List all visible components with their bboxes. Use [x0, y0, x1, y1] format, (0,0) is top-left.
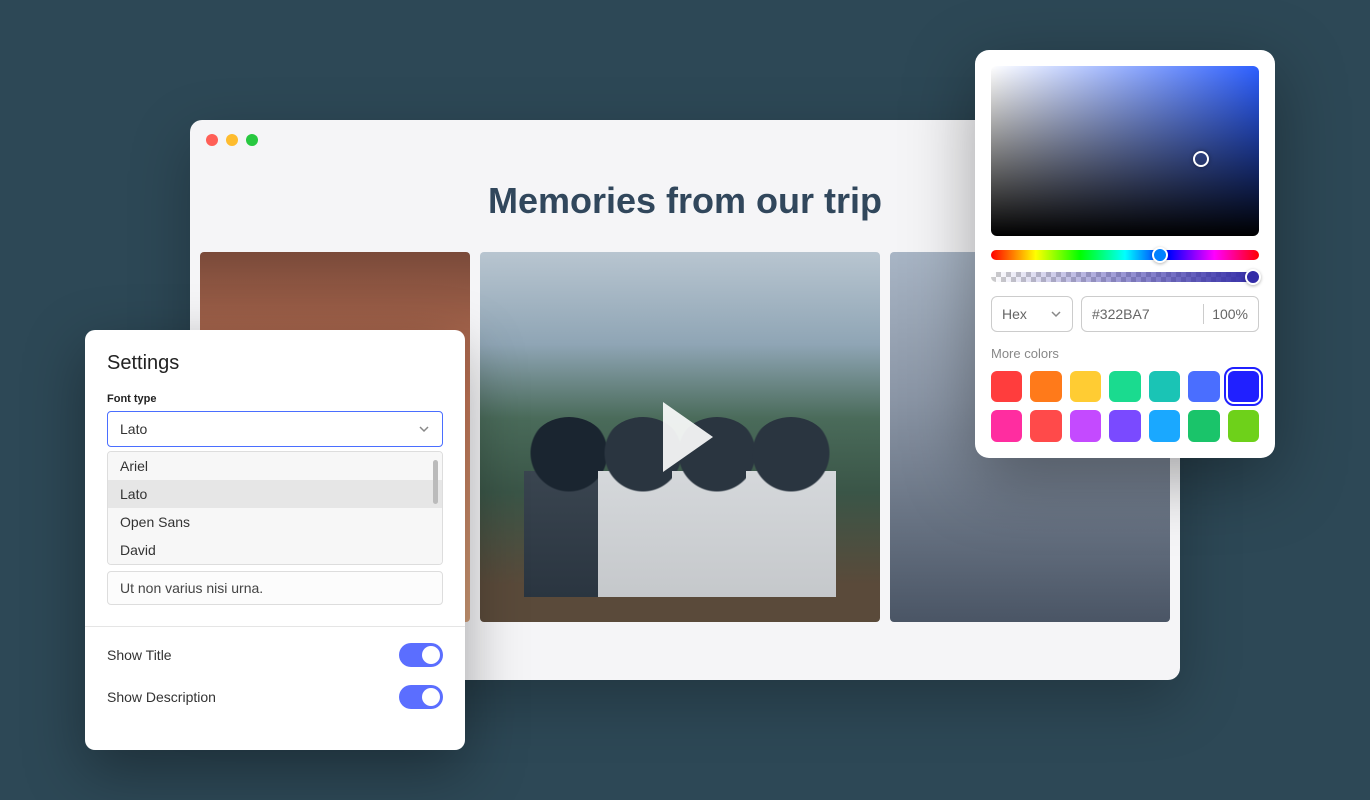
font-option-ariel[interactable]: Ariel — [108, 452, 442, 480]
color-saturation-area[interactable] — [991, 66, 1259, 236]
description-textarea[interactable] — [107, 571, 443, 605]
show-title-label: Show Title — [107, 647, 172, 663]
color-swatch-1[interactable] — [1030, 371, 1061, 402]
color-swatch-2[interactable] — [1070, 371, 1101, 402]
color-swatch-9[interactable] — [1070, 410, 1101, 441]
dropdown-scrollbar[interactable] — [433, 460, 438, 504]
gallery-main-video[interactable] — [480, 252, 880, 622]
show-title-row: Show Title — [107, 643, 443, 667]
font-type-label: Font type — [107, 393, 443, 405]
font-option-lato[interactable]: Lato — [108, 480, 442, 508]
color-swatch-12[interactable] — [1188, 410, 1219, 441]
font-type-select[interactable]: Lato — [107, 411, 443, 447]
font-type-dropdown: Ariel Lato Open Sans David — [107, 451, 443, 565]
opacity-value: 100% — [1212, 306, 1248, 322]
hue-handle[interactable] — [1152, 247, 1168, 263]
font-option-david[interactable]: David — [108, 536, 442, 564]
show-description-label: Show Description — [107, 689, 216, 705]
maximize-window-button[interactable] — [246, 134, 258, 146]
chevron-down-icon — [1050, 308, 1062, 320]
color-swatch-13[interactable] — [1228, 410, 1259, 441]
color-swatch-7[interactable] — [991, 410, 1022, 441]
settings-title: Settings — [107, 352, 443, 375]
swatch-grid — [991, 371, 1259, 442]
color-format-select[interactable]: Hex — [991, 296, 1073, 332]
saturation-handle[interactable] — [1193, 151, 1209, 167]
color-picker-panel: Hex #322BA7 100% More colors — [975, 50, 1275, 458]
color-swatch-4[interactable] — [1149, 371, 1180, 402]
alpha-handle[interactable] — [1245, 269, 1261, 285]
font-type-value: Lato — [120, 421, 147, 437]
hue-slider[interactable] — [991, 250, 1259, 260]
divider — [85, 626, 465, 627]
play-icon — [663, 402, 713, 472]
color-swatch-8[interactable] — [1030, 410, 1061, 441]
play-button[interactable] — [630, 387, 730, 487]
color-swatch-0[interactable] — [991, 371, 1022, 402]
close-window-button[interactable] — [206, 134, 218, 146]
color-swatch-5[interactable] — [1188, 371, 1219, 402]
font-option-open-sans[interactable]: Open Sans — [108, 508, 442, 536]
color-swatch-11[interactable] — [1149, 410, 1180, 441]
chevron-down-icon — [418, 423, 430, 435]
color-format-value: Hex — [1002, 306, 1027, 322]
more-colors-label: More colors — [991, 346, 1259, 361]
show-description-row: Show Description — [107, 685, 443, 709]
hex-value: #322BA7 — [1092, 306, 1195, 322]
color-swatch-3[interactable] — [1109, 371, 1140, 402]
settings-panel: Settings Font type Lato Ariel Lato Open … — [85, 330, 465, 750]
show-title-toggle[interactable] — [399, 643, 443, 667]
hex-input[interactable]: #322BA7 100% — [1081, 296, 1259, 332]
minimize-window-button[interactable] — [226, 134, 238, 146]
show-description-toggle[interactable] — [399, 685, 443, 709]
color-swatch-10[interactable] — [1109, 410, 1140, 441]
color-swatch-6[interactable] — [1228, 371, 1259, 402]
color-inputs-row: Hex #322BA7 100% — [991, 296, 1259, 332]
alpha-slider[interactable] — [991, 272, 1259, 282]
